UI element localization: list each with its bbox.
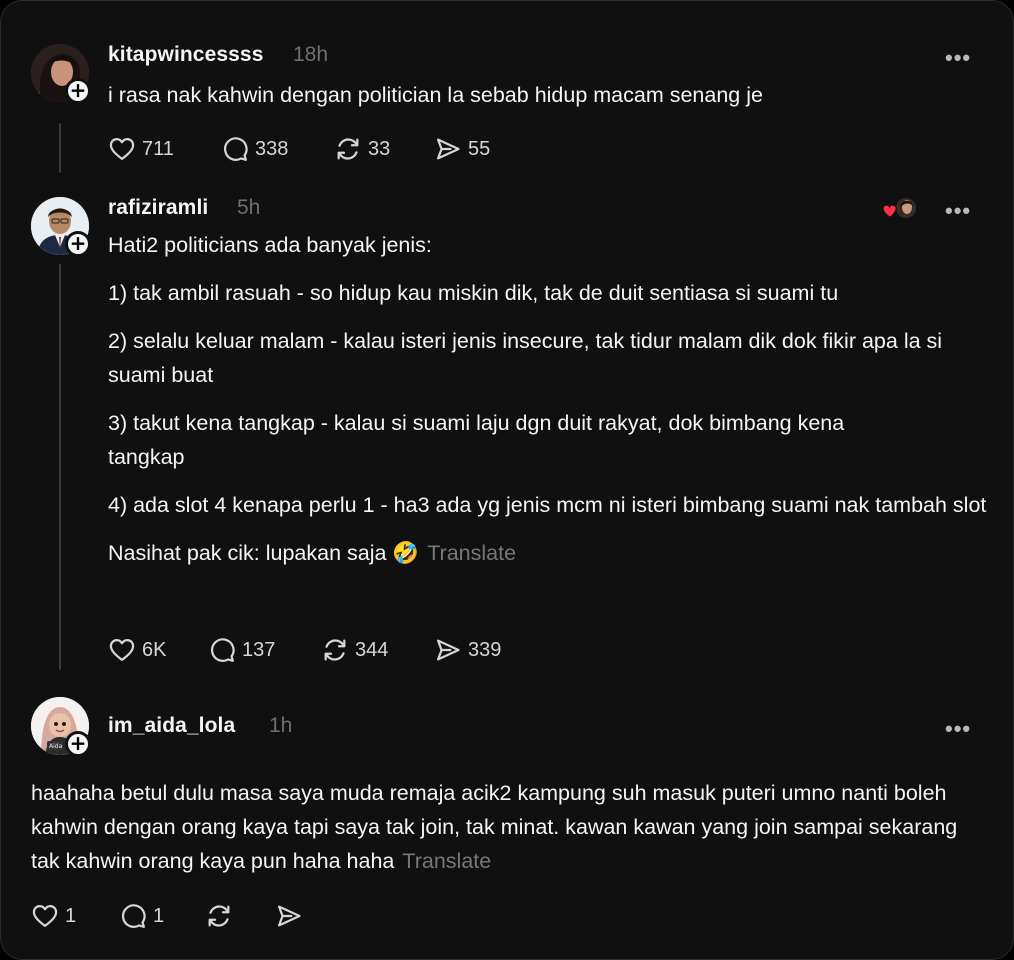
reply-button[interactable]: 137 xyxy=(208,635,275,665)
repost-button[interactable]: 33 xyxy=(334,134,390,164)
comment-icon xyxy=(208,636,236,664)
like-button[interactable]: 6K xyxy=(108,635,166,665)
more-icon[interactable]: ••• xyxy=(945,45,971,71)
follow-plus-icon[interactable]: + xyxy=(65,731,91,757)
share-icon xyxy=(434,636,462,664)
share-button[interactable]: 55 xyxy=(434,134,490,164)
reply-button[interactable]: 1 xyxy=(119,901,164,931)
post-paragraph: 1) tak ambil rasuah - so hidup kau miski… xyxy=(108,281,839,305)
follow-plus-icon[interactable]: + xyxy=(65,231,91,257)
post-paragraph: 4) ada slot 4 kenapa perlu 1 - ha3 ada y… xyxy=(108,493,987,517)
share-button[interactable] xyxy=(275,901,303,931)
more-icon[interactable]: ••• xyxy=(945,716,971,742)
post-time[interactable]: 1h xyxy=(269,714,292,738)
share-icon xyxy=(275,902,303,930)
repost-icon xyxy=(321,636,349,664)
repost-count: 33 xyxy=(368,137,391,160)
like-button[interactable]: 1 xyxy=(31,901,76,931)
heart-icon xyxy=(108,636,136,664)
repost-button[interactable]: 344 xyxy=(321,635,388,665)
repost-count: 344 xyxy=(355,638,389,661)
post-actions: 711 338 33 55 xyxy=(108,134,528,164)
post-time[interactable]: 18h xyxy=(293,43,328,67)
post-time[interactable]: 5h xyxy=(237,196,260,220)
follow-plus-icon[interactable]: + xyxy=(65,78,91,104)
thread-panel: + kitapwincessss 18h ••• i rasa nak kahw… xyxy=(0,0,1014,960)
liked-by-avatars[interactable] xyxy=(882,196,918,224)
post-text: i rasa nak kahwin dengan politician la s… xyxy=(108,83,763,107)
repost-button[interactable] xyxy=(205,901,233,931)
liked-by-heart-icon xyxy=(882,196,918,220)
post-paragraph: 2) selalu keluar malam - kalau isteri je… xyxy=(108,329,943,387)
post-actions: 6K 137 344 339 xyxy=(108,635,528,665)
comment-icon xyxy=(119,902,147,930)
share-count: 339 xyxy=(468,638,502,661)
like-button[interactable]: 711 xyxy=(108,134,174,164)
heart-icon xyxy=(31,902,59,930)
repost-icon xyxy=(334,135,362,163)
like-count: 711 xyxy=(142,137,174,160)
thread-line xyxy=(59,264,61,670)
translate-link[interactable]: Translate xyxy=(402,849,491,873)
reply-count: 137 xyxy=(242,638,276,661)
post-text: haahaha betul dulu masa saya muda remaja… xyxy=(31,781,958,873)
comment-icon xyxy=(221,135,249,163)
post-paragraph-last: Nasihat pak cik: lupakan saja 🤣 Translate xyxy=(108,536,988,570)
share-button[interactable]: 339 xyxy=(434,635,501,665)
avatar-label: Aida xyxy=(49,743,63,750)
post-paragraph: 3) takut kena tangkap - kalau si suami l… xyxy=(108,411,845,469)
username[interactable]: kitapwincessss xyxy=(108,43,264,67)
more-icon[interactable]: ••• xyxy=(945,198,971,224)
like-count: 6K xyxy=(142,638,167,661)
reply-count: 1 xyxy=(153,904,165,927)
post-paragraph: Nasihat pak cik: lupakan saja 🤣 xyxy=(108,541,420,565)
share-icon xyxy=(434,135,462,163)
post-actions: 1 1 xyxy=(31,901,331,931)
post-body: haahaha betul dulu masa saya muda remaja… xyxy=(31,776,981,878)
share-count: 55 xyxy=(468,137,491,160)
username[interactable]: rafiziramli xyxy=(108,196,208,220)
username[interactable]: im_aida_lola xyxy=(108,714,235,738)
post-paragraph: Hati2 politicians ada banyak jenis: xyxy=(108,233,432,257)
reply-count: 338 xyxy=(255,137,289,160)
repost-icon xyxy=(205,902,233,930)
like-count: 1 xyxy=(65,904,77,927)
thread-line xyxy=(59,123,61,173)
translate-link[interactable]: Translate xyxy=(427,541,516,565)
post-body: Hati2 politicians ada banyak jenis: 1) t… xyxy=(108,228,988,584)
reply-button[interactable]: 338 xyxy=(221,134,288,164)
heart-icon xyxy=(108,135,136,163)
